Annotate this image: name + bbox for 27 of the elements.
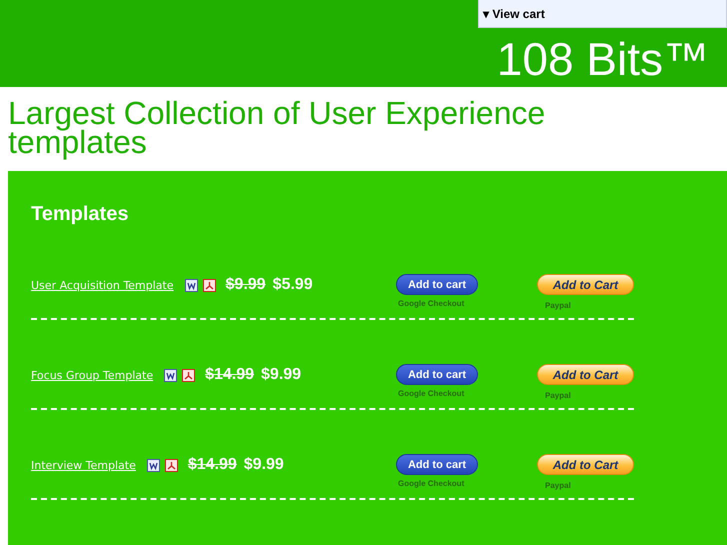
checkout-caption: Paypal (545, 301, 571, 310)
google-add-to-cart-button[interactable]: Add to cart (396, 454, 478, 475)
checkout-caption: Google Checkout (398, 299, 464, 308)
word-document-icon[interactable] (146, 458, 160, 472)
section-title: Templates (31, 203, 130, 226)
paypal-add-to-cart-button[interactable]: Add to Cart (537, 274, 634, 295)
word-document-icon[interactable] (184, 278, 198, 292)
original-price: $14.99 (205, 366, 254, 384)
google-add-to-cart-button[interactable]: Add to cart (396, 274, 478, 295)
sale-price: $5.99 (272, 276, 313, 294)
paypal-add-to-cart-button[interactable]: Add to Cart (537, 364, 634, 385)
original-price: $14.99 (188, 456, 237, 474)
pdf-document-icon[interactable] (164, 458, 178, 472)
view-cart-toggle[interactable]: ▾ View cart (478, 0, 727, 28)
site-title: 108 Bits™ (496, 36, 709, 82)
checkout-caption: Paypal (545, 391, 571, 400)
pdf-document-icon[interactable] (202, 278, 216, 292)
checkout-caption: Google Checkout (398, 479, 464, 488)
checkout-caption: Google Checkout (398, 389, 464, 398)
checkout-caption: Paypal (545, 481, 571, 490)
word-document-icon[interactable] (164, 368, 178, 382)
original-price: $9.99 (226, 276, 266, 294)
sale-price: $9.99 (261, 366, 302, 384)
pdf-document-icon[interactable] (182, 368, 196, 382)
google-add-to-cart-button[interactable]: Add to cart (396, 364, 478, 385)
paypal-add-to-cart-button[interactable]: Add to Cart (537, 454, 634, 475)
sale-price: $9.99 (244, 456, 284, 474)
